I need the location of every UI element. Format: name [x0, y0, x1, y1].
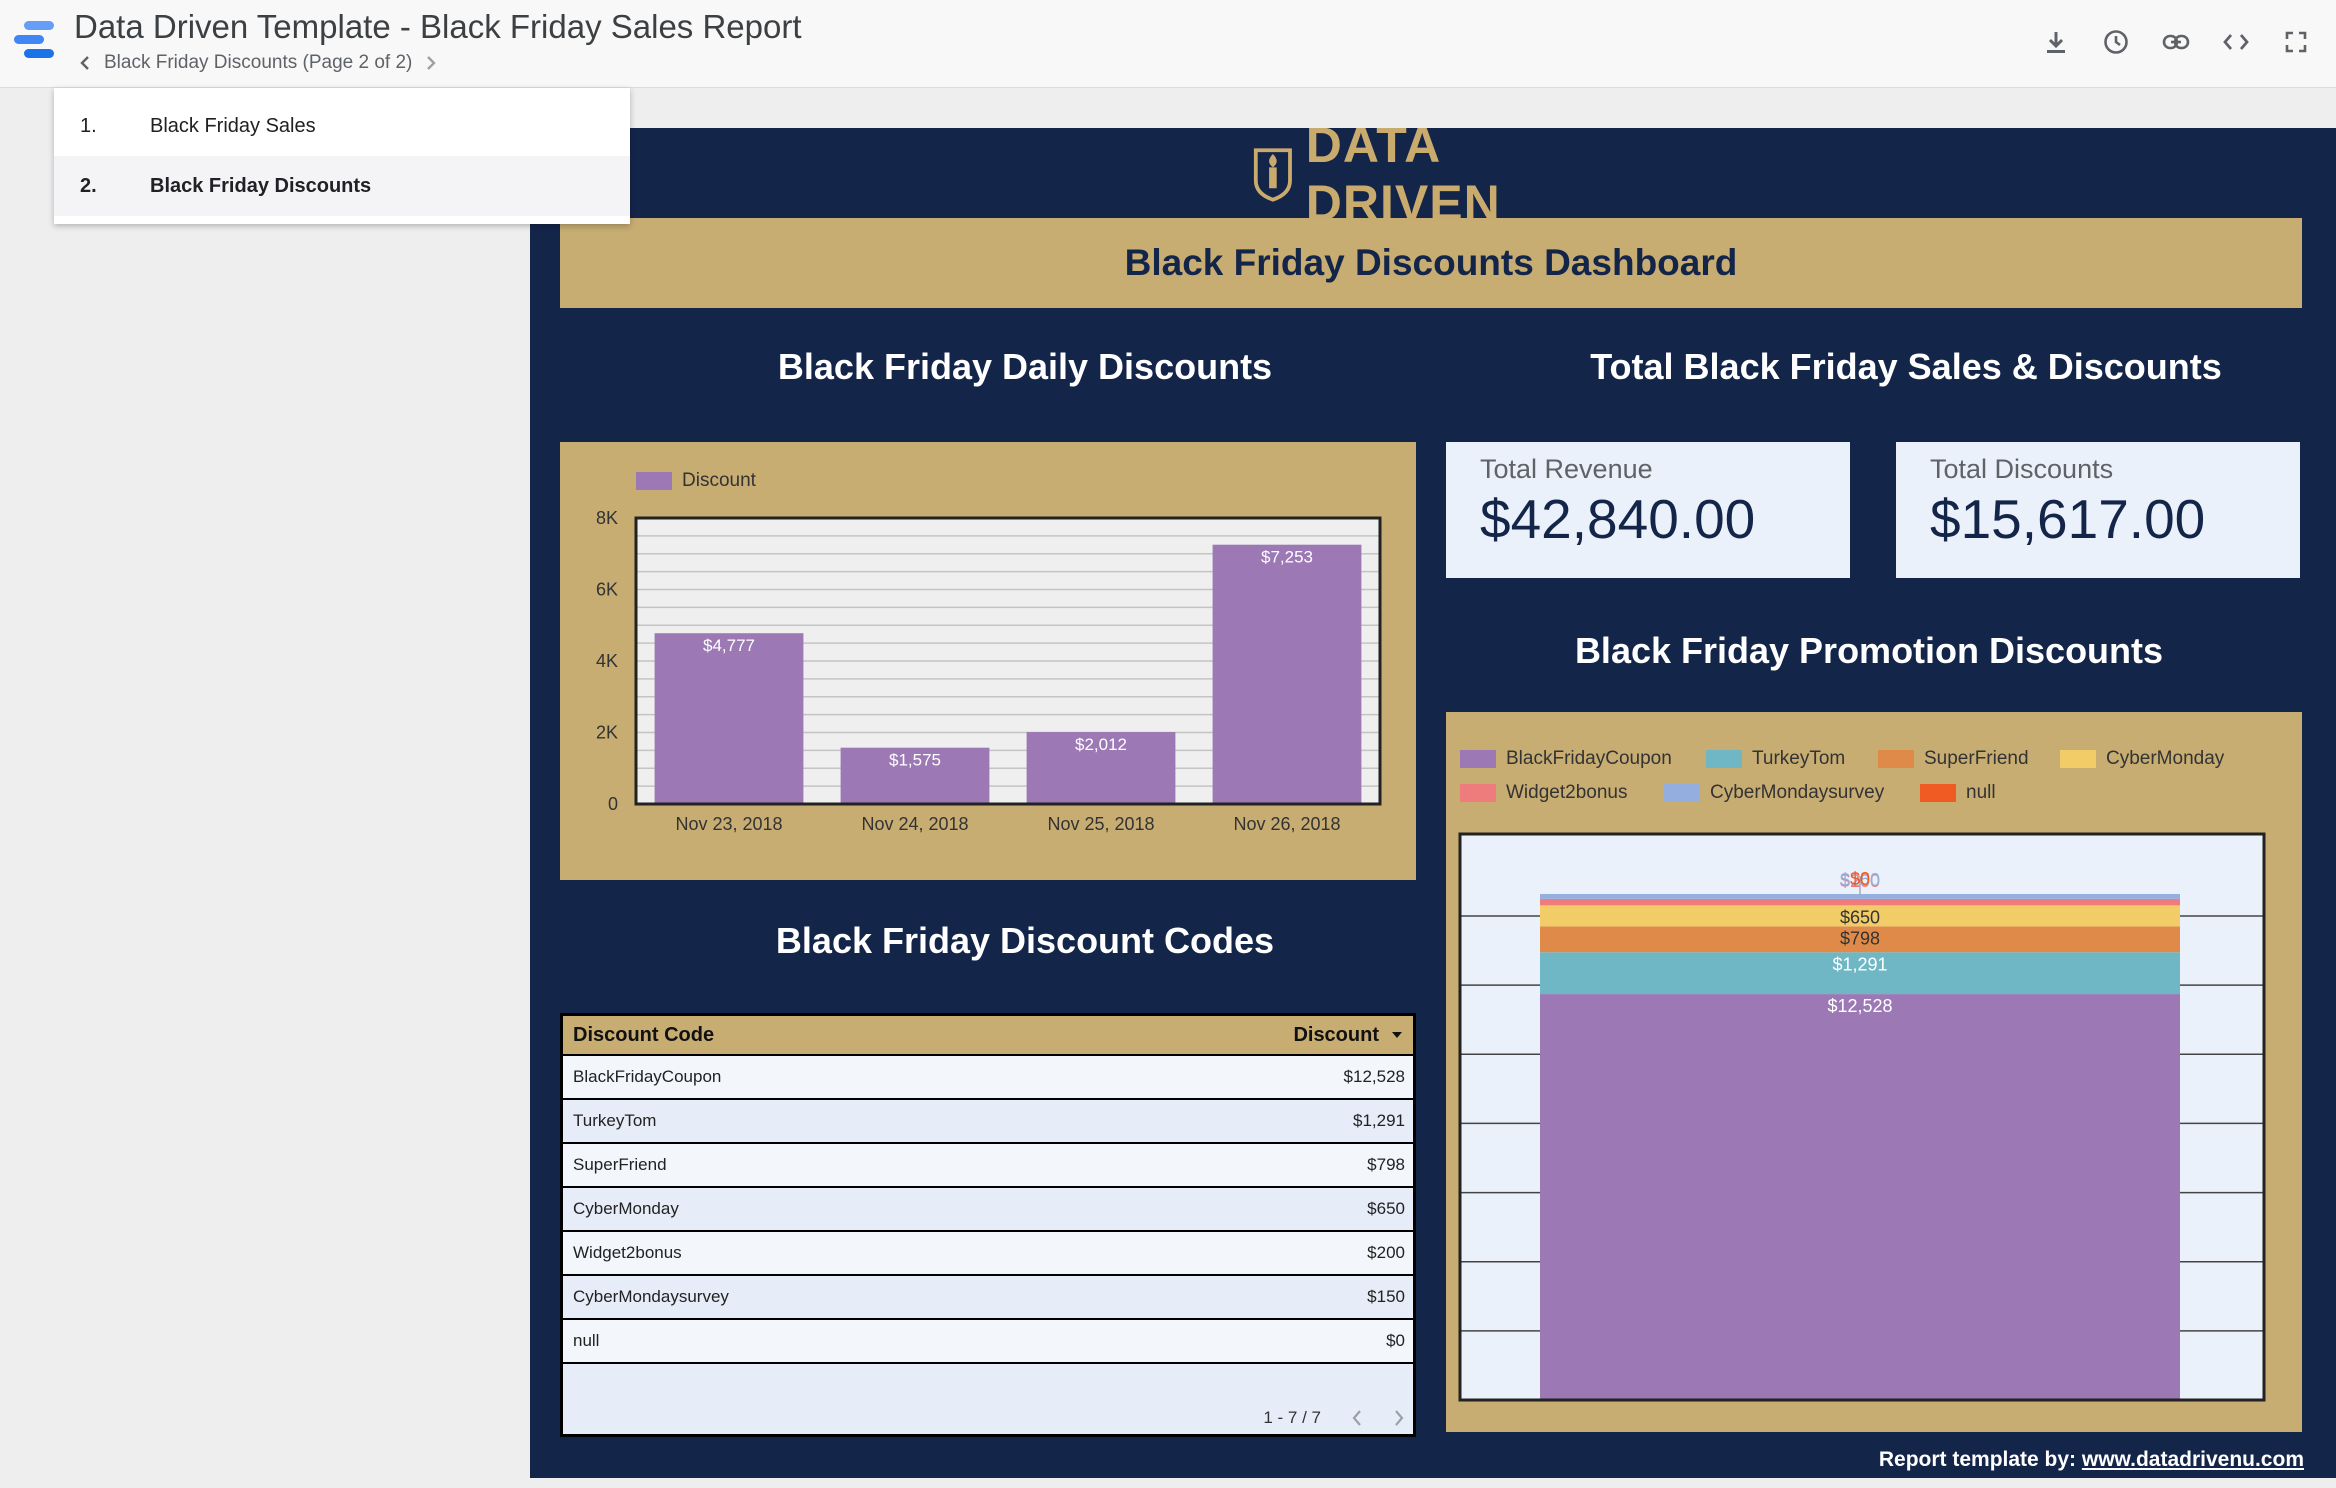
cell-code: TurkeyTom [573, 1111, 657, 1130]
embed-icon[interactable] [2220, 22, 2252, 62]
app-header: Data Driven Template - Black Friday Sale… [0, 0, 2336, 88]
table-row[interactable]: BlackFridayCoupon $12,528 [563, 1056, 1413, 1100]
cell-code: CyberMonday [573, 1199, 679, 1218]
report-title: Data Driven Template - Black Friday Sale… [74, 8, 802, 45]
cell-discount: $1,291 [1353, 1111, 1405, 1130]
x-tick-label: Nov 25, 2018 [1047, 814, 1154, 834]
cell-discount: $12,528 [1343, 1067, 1405, 1086]
cell-code: Widget2bonus [573, 1243, 682, 1262]
chevron-right-icon[interactable] [420, 52, 442, 74]
totals-heading: Total Black Friday Sales & Discounts [1590, 346, 2222, 387]
page-number: 1. [80, 114, 97, 137]
table-row[interactable]: CyberMonday $650 [563, 1188, 1413, 1232]
table-row[interactable]: SuperFriend $798 [563, 1144, 1413, 1188]
page-number: 2. [80, 174, 97, 197]
dashboard-title: Black Friday Discounts Dashboard [1124, 242, 1738, 283]
y-tick-label: 0 [608, 794, 618, 814]
credit-prefix: Report template by: [1878, 1448, 2082, 1471]
cell-discount: $150 [1367, 1287, 1405, 1306]
chevron-right-icon[interactable] [1393, 1409, 1405, 1427]
cell-code: SuperFriend [573, 1155, 667, 1174]
brand-logo: DATA DRIVEN [1252, 128, 1632, 231]
y-tick-label: 8K [596, 508, 618, 528]
daily-discounts-chart-panel: Discount 0 2K 4K 6K 8K $4,777 Nov 23, 2018 $1,5… [560, 442, 1416, 880]
table-body: BlackFridayCoupon $12,528 TurkeyTom $1,291… [563, 1056, 1413, 1364]
bar-segment [1540, 894, 2180, 899]
kpi-value: $42,840.00 [1480, 488, 1756, 550]
y-tick-label: 6K [596, 580, 618, 600]
data-label: $12,528 [1827, 996, 1892, 1016]
cell-code: CyberMondaysurvey [573, 1287, 729, 1306]
table-row[interactable]: Widget2bonus $200 [563, 1232, 1413, 1276]
total-discounts-card: Total Discounts $15,617.00 [1896, 442, 2300, 578]
page-label: Black Friday Discounts [150, 174, 372, 197]
discount-codes-table: Discount Code Discount BlackFridayCoupon… [560, 1013, 1416, 1437]
data-label: $2,012 [1075, 735, 1127, 754]
table-row[interactable]: null $0 [563, 1320, 1413, 1364]
chevron-left-icon[interactable] [1351, 1409, 1363, 1427]
bar-segment [1540, 994, 2180, 1400]
brand-name: DATA DRIVEN [1305, 128, 1501, 231]
dashboard-title-band: Black Friday Discounts Dashboard [560, 218, 2302, 308]
download-icon[interactable] [2040, 22, 2072, 62]
x-tick-label: Nov 26, 2018 [1233, 814, 1340, 834]
chevron-left-icon[interactable] [74, 52, 96, 74]
x-tick-label: Nov 23, 2018 [675, 814, 782, 834]
cell-code: null [573, 1331, 600, 1350]
page-menu: 1. Black Friday Sales 2. Black Friday Di… [54, 88, 630, 224]
y-tick-label: 2K [596, 723, 618, 743]
table-row[interactable]: TurkeyTom $1,291 [563, 1100, 1413, 1144]
link-icon[interactable] [2160, 22, 2192, 62]
sort-descending-icon [1392, 1032, 1402, 1038]
data-label: $4,777 [703, 636, 755, 655]
credit-link[interactable]: www.datadrivenu.com [2082, 1448, 2304, 1471]
cell-discount: $0 [1386, 1331, 1405, 1350]
history-icon[interactable] [2100, 22, 2132, 62]
data-label: $798 [1840, 928, 1880, 948]
y-tick-label: 4K [596, 651, 618, 671]
cell-code: BlackFridayCoupon [573, 1067, 722, 1086]
promo-discounts-heading: Black Friday Promotion Discounts [1574, 630, 2164, 671]
data-label: $7,253 [1261, 548, 1313, 567]
column-header-discount-label: Discount [1293, 1023, 1379, 1046]
report-canvas: DATA DRIVEN Black Friday Discounts Dashb… [530, 128, 2336, 1478]
bar-segment [1540, 898, 2180, 906]
data-label: $1,575 [889, 751, 941, 770]
kpi-label: Total Discounts [1930, 454, 2114, 484]
fullscreen-icon[interactable] [2280, 22, 2312, 62]
table-pagination: 1 - 7 / 7 [1263, 1408, 1405, 1428]
table-row[interactable]: CyberMondaysurvey $150 [563, 1276, 1413, 1320]
cell-discount: $798 [1367, 1155, 1405, 1174]
bar [654, 633, 804, 804]
page-navigator: Black Friday Discounts (Page 2 of 2) [74, 52, 442, 74]
data-label: $650 [1840, 907, 1880, 927]
daily-discounts-chart[interactable]: 0 2K 4K 6K 8K $4,777 Nov 23, 2018 $1,575 Nov 24,… [560, 442, 1416, 880]
kpi-label: Total Revenue [1480, 454, 1653, 484]
kpi-value: $15,617.00 [1930, 488, 2206, 550]
template-credit: Report template by: www.datadrivenu.com [1879, 1448, 2304, 1472]
promo-discounts-chart-panel: BlackFridayCoupon TurkeyTom SuperFriend … [1446, 712, 2302, 1432]
discount-codes-heading: Black Friday Discount Codes [775, 920, 1275, 961]
page-label: Black Friday Sales [150, 114, 316, 137]
table-header: Discount Code Discount [563, 1016, 1413, 1056]
cell-discount: $200 [1367, 1243, 1405, 1262]
cell-discount: $650 [1367, 1199, 1405, 1218]
column-header-discount[interactable]: Discount [1293, 1024, 1403, 1047]
page-item-black-friday-discounts[interactable]: 2. Black Friday Discounts [54, 156, 630, 216]
bar [1212, 544, 1362, 804]
column-header-code[interactable]: Discount Code [573, 1024, 714, 1047]
daily-discounts-heading: Black Friday Daily Discounts [777, 346, 1273, 387]
x-tick-label: Nov 24, 2018 [861, 814, 968, 834]
toolbar [2040, 22, 2312, 62]
page-item-black-friday-sales[interactable]: 1. Black Friday Sales [54, 96, 630, 156]
total-revenue-card: Total Revenue $42,840.00 [1446, 442, 1850, 578]
data-studio-logo-icon [14, 21, 54, 58]
current-page-label[interactable]: Black Friday Discounts (Page 2 of 2) [104, 52, 412, 74]
promo-discounts-chart[interactable]: $12,528$1,291$798$650$200$150$0 [1446, 712, 2302, 1432]
torch-shield-icon [1253, 148, 1292, 202]
pagination-range: 1 - 7 / 7 [1263, 1408, 1321, 1427]
data-label: $1,291 [1832, 954, 1887, 974]
